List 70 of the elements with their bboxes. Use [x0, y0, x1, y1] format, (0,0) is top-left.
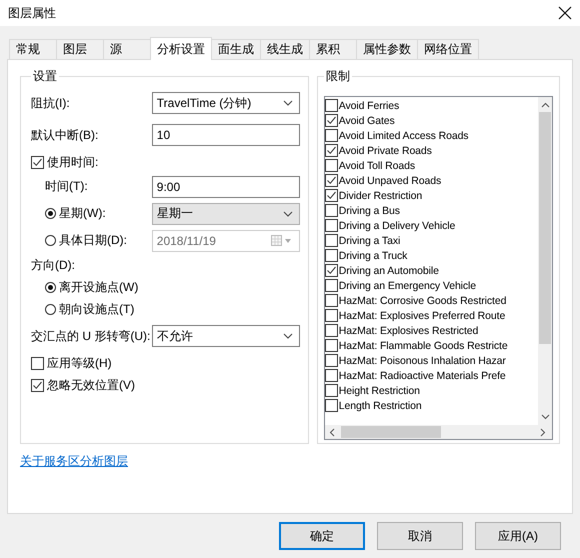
checkbox[interactable]: 应用等级(H) — [31, 354, 112, 372]
radio-button[interactable] — [45, 235, 56, 246]
dropdown[interactable]: 星期一 — [152, 202, 300, 224]
radio-button[interactable] — [45, 208, 56, 219]
radio-button[interactable] — [45, 282, 56, 292]
input-field[interactable]: 10 — [152, 124, 300, 146]
chevron-down-icon[interactable] — [540, 414, 550, 420]
window-title: 图层属性 — [8, 4, 56, 22]
check-icon — [32, 156, 43, 168]
field-label: 默认中断(B): — [31, 126, 98, 144]
field-label: 时间(T): — [45, 178, 88, 195]
radio-button[interactable] — [45, 304, 56, 314]
checklist-item[interactable]: Driving an Automobile — [324, 263, 538, 278]
checklist-item[interactable]: Avoid Private Roads — [324, 143, 538, 158]
close-icon[interactable] — [558, 6, 572, 20]
checklist-item[interactable]: Length Restriction — [324, 398, 538, 413]
checkbox[interactable]: 忽略无效位置(V) — [31, 376, 135, 394]
calendar-icon — [270, 234, 293, 246]
checklist-item[interactable]: Driving a Taxi — [324, 233, 538, 248]
chevron-left-icon[interactable] — [328, 428, 335, 436]
check-icon — [326, 115, 337, 126]
checklist-item[interactable]: HazMat: Corrosive Goods Restricted — [324, 293, 538, 308]
check-icon — [326, 175, 337, 186]
checkbox[interactable]: 使用时间: — [31, 154, 98, 170]
dropdown[interactable]: 不允许 — [152, 325, 300, 347]
section-label: 方向(D): — [31, 256, 75, 274]
help-link[interactable]: 关于服务区分析图层 — [20, 453, 128, 470]
dialog-button[interactable]: 确定 — [279, 522, 365, 550]
tab[interactable]: 分析设置 — [150, 37, 212, 60]
checklist-item[interactable]: Avoid Toll Roads — [324, 158, 538, 173]
dropdown[interactable]: TravelTime (分钟) — [152, 92, 300, 114]
checklist-item[interactable]: HazMat: Flammable Goods Restricte — [324, 338, 538, 353]
radio-label[interactable]: 朝向设施点(T) — [59, 300, 134, 318]
checklist-item[interactable]: Driving an Emergency Vehicle — [324, 278, 538, 293]
radio-label[interactable]: 具体日期(D): — [59, 232, 127, 249]
checklist-item[interactable]: Driving a Bus — [324, 203, 538, 218]
group-title: 限制 — [324, 68, 351, 85]
checklist-item[interactable]: HazMat: Explosives Restricted — [324, 323, 538, 338]
check-icon — [32, 380, 43, 390]
chevron-down-icon — [282, 100, 293, 106]
group-title: 设置 — [32, 68, 58, 85]
checklist-item[interactable]: HazMat: Radioactive Materials Prefe — [324, 368, 538, 383]
field-label: 阻抗(I): — [31, 94, 70, 112]
vertical-scrollbar[interactable] — [538, 97, 552, 425]
horizontal-scrollbar[interactable] — [324, 425, 552, 439]
chevron-down-icon — [282, 333, 293, 339]
checklist-item[interactable]: HazMat: Explosives Preferred Route — [324, 308, 538, 323]
radio-label[interactable]: 星期(W): — [59, 205, 106, 222]
checklist-item[interactable]: Avoid Gates — [324, 113, 538, 128]
checklist-item[interactable]: Divider Restriction — [324, 188, 538, 203]
radio-label[interactable]: 离开设施点(W) — [59, 278, 138, 296]
check-icon — [326, 265, 337, 276]
input-field[interactable]: 9:00 — [152, 176, 300, 198]
checklist-item[interactable]: Driving a Truck — [324, 248, 538, 263]
tab[interactable]: 常规 — [9, 39, 57, 59]
dialog-button[interactable]: 取消 — [377, 522, 463, 550]
checklist-item[interactable]: Avoid Unpaved Roads — [324, 173, 538, 188]
checklist-item[interactable]: Height Restriction — [324, 383, 538, 398]
checklist-item[interactable]: HazMat: Poisonous Inhalation Hazar — [324, 353, 538, 368]
checklist-item[interactable]: Driving a Delivery Vehicle — [324, 218, 538, 233]
chevron-right-icon[interactable] — [540, 428, 546, 436]
chevron-down-icon — [282, 210, 293, 216]
field-label: 交汇点的 U 形转弯(U): — [31, 328, 150, 344]
checklist-item[interactable]: Avoid Ferries — [324, 98, 538, 113]
chevron-up-icon[interactable] — [540, 102, 550, 108]
dialog-button[interactable]: 应用(A) — [475, 522, 561, 550]
check-icon — [326, 145, 337, 156]
checklist-item[interactable]: Avoid Limited Access Roads — [324, 128, 538, 143]
tab[interactable]: 网络位置 — [417, 39, 479, 59]
check-icon — [326, 190, 337, 201]
